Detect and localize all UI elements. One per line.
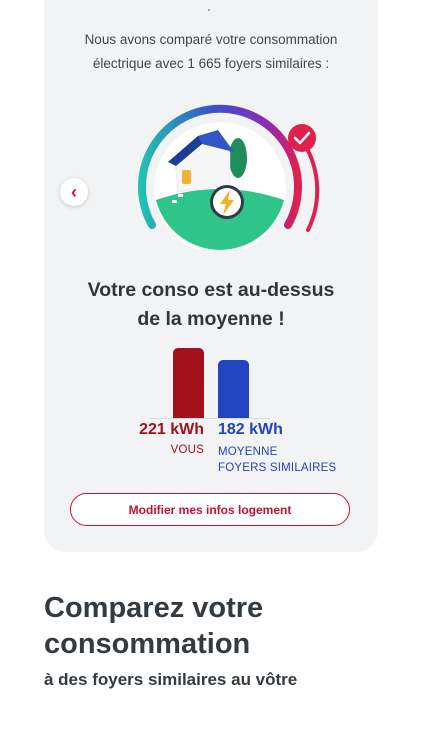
gauge-arc-extension xyxy=(303,143,320,232)
label-average: MOYENNE FOYERS SIMILAIRES xyxy=(218,444,336,476)
headline-line-1: Votre conso est au-dessus xyxy=(87,279,335,301)
value-average: 182 kWh xyxy=(218,421,283,438)
label-average-line-2: FOYERS SIMILAIRES xyxy=(218,462,337,474)
bars-baseline xyxy=(150,418,270,419)
promo-title: Comparez votre consommation xyxy=(44,590,404,662)
bar-you xyxy=(173,348,204,418)
modify-housing-info-button[interactable]: Modifier mes infos logement xyxy=(70,493,350,526)
intro-line-1: Nous avons comparé votre consommation xyxy=(84,32,338,47)
comparison-intro: Nous avons comparé votre consommation él… xyxy=(44,28,378,76)
page-indicator-dot xyxy=(208,9,210,11)
chevron-left-icon: ‹ xyxy=(71,181,77,202)
label-you: VOUS xyxy=(170,444,204,456)
label-average-line-1: MOYENNE xyxy=(218,446,278,458)
check-badge-icon xyxy=(288,124,316,152)
promo-title-line-1: Comparez votre xyxy=(44,592,264,624)
value-you: 221 kWh xyxy=(139,421,204,438)
promo-subtitle: à des foyers similaires au vôtre xyxy=(44,670,298,689)
bar-average xyxy=(218,360,249,418)
promo-title-line-2: consommation xyxy=(44,628,251,660)
intro-line-2: électrique avec 1 665 foyers similaires … xyxy=(92,56,330,71)
previous-button[interactable]: ‹ xyxy=(60,178,88,206)
house-consumption-illustration xyxy=(138,104,320,250)
tree xyxy=(229,138,247,178)
result-headline: Votre conso est au-dessus de la moyenne … xyxy=(44,276,378,334)
headline-line-2: de la moyenne ! xyxy=(137,308,285,330)
